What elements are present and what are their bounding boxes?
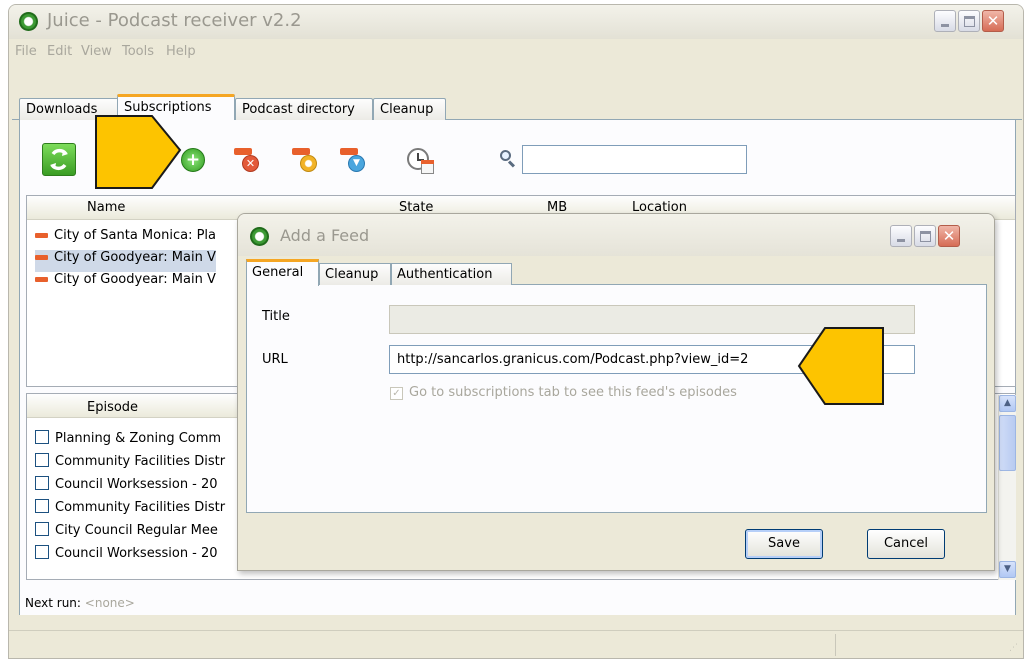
goto-subscriptions-label: Go to subscriptions tab to see this feed… — [409, 385, 737, 400]
menu-view[interactable]: View — [81, 44, 112, 59]
episode-checkbox[interactable] — [35, 545, 49, 559]
dialog-close-button[interactable]: ✕ — [938, 225, 960, 247]
episode-row[interactable]: Community Facilities Distr — [35, 499, 225, 521]
status-divider — [835, 634, 836, 656]
search-input[interactable] — [522, 145, 747, 174]
subscription-row[interactable]: City of Goodyear: Main V — [35, 272, 216, 294]
dialog-tab-cleanup[interactable]: Cleanup — [319, 263, 391, 285]
episode-row[interactable]: Council Worksession - 20 — [35, 476, 218, 498]
menu-file[interactable]: File — [15, 44, 37, 59]
dialog-icon — [250, 227, 269, 246]
maximize-icon — [964, 16, 975, 27]
menu-bar: File Edit View Tools Help — [9, 39, 1023, 63]
menu-edit[interactable]: Edit — [47, 44, 72, 59]
tab-cleanup[interactable]: Cleanup — [373, 98, 446, 120]
tab-podcast-directory[interactable]: Podcast directory — [235, 98, 373, 120]
feed-settings-icon[interactable] — [292, 148, 322, 174]
episode-checkbox[interactable] — [35, 430, 49, 444]
title-bar[interactable]: Juice - Podcast receiver v2.2 ✕ — [9, 5, 1023, 39]
minimize-icon — [897, 239, 905, 242]
cancel-button[interactable]: Cancel — [867, 529, 945, 559]
resize-grip-icon[interactable]: ⋰ — [1009, 643, 1019, 653]
close-icon: ✕ — [942, 227, 956, 245]
dialog-title: Add a Feed — [280, 226, 370, 245]
dialog-maximize-button[interactable] — [914, 225, 936, 247]
next-run-value: <none> — [84, 596, 135, 610]
episode-row[interactable]: Planning & Zoning Comm — [35, 430, 221, 452]
minimize-button[interactable] — [934, 10, 956, 32]
episodes-scrollbar[interactable]: ▲ ▼ — [998, 395, 1016, 580]
url-label: URL — [262, 352, 288, 367]
goto-subscriptions-checkbox[interactable]: ✓ — [390, 387, 403, 400]
menu-tools[interactable]: Tools — [122, 44, 154, 59]
dialog-tab-authentication[interactable]: Authentication — [391, 263, 512, 285]
refresh-icon[interactable] — [42, 143, 76, 176]
scheduler-icon[interactable] — [405, 146, 435, 176]
subscription-row[interactable]: City of Santa Monica: Pla — [35, 228, 216, 250]
feed-icon — [35, 255, 48, 260]
episode-checkbox[interactable] — [35, 499, 49, 513]
minimize-icon — [941, 24, 949, 27]
scroll-thumb[interactable] — [999, 415, 1016, 471]
title-label: Title — [262, 309, 290, 324]
episode-checkbox[interactable] — [35, 522, 49, 536]
feed-icon — [35, 233, 48, 238]
feed-icon — [35, 277, 48, 282]
callout-arrow-add-feed — [95, 115, 182, 189]
col-episode[interactable]: Episode — [87, 400, 138, 415]
episode-checkbox[interactable] — [35, 476, 49, 490]
dialog-minimize-button[interactable] — [890, 225, 912, 247]
episode-row[interactable]: Council Worksession - 20 — [35, 545, 218, 567]
episode-checkbox[interactable] — [35, 453, 49, 467]
episode-row[interactable]: City Council Regular Mee — [35, 522, 218, 544]
feed-download-icon[interactable]: ▼ — [340, 148, 370, 174]
window-title: Juice - Podcast receiver v2.2 — [47, 10, 302, 31]
col-name[interactable]: Name — [87, 200, 125, 215]
next-run-label: Next run: — [25, 596, 81, 610]
maximize-button[interactable] — [958, 10, 980, 32]
close-icon: ✕ — [986, 12, 1000, 30]
scroll-down-icon[interactable]: ▼ — [999, 561, 1016, 578]
menu-help[interactable]: Help — [166, 44, 196, 59]
status-bar: ⋰ — [9, 630, 1023, 658]
callout-arrow-url — [797, 327, 884, 405]
search-icon — [498, 149, 518, 169]
delete-feed-icon[interactable]: ✕ — [234, 148, 264, 174]
maximize-icon — [920, 231, 931, 242]
subscription-row[interactable]: City of Goodyear: Main V — [35, 250, 216, 272]
episode-row[interactable]: Community Facilities Distr — [35, 453, 225, 475]
next-run: Next run: <none> — [25, 596, 135, 610]
app-icon — [19, 12, 38, 31]
close-button[interactable]: ✕ — [982, 10, 1004, 32]
dialog-tab-general[interactable]: General — [246, 259, 319, 286]
scroll-up-icon[interactable]: ▲ — [999, 395, 1016, 412]
save-button[interactable]: Save — [745, 529, 823, 559]
add-feed-icon[interactable]: + — [181, 148, 205, 172]
